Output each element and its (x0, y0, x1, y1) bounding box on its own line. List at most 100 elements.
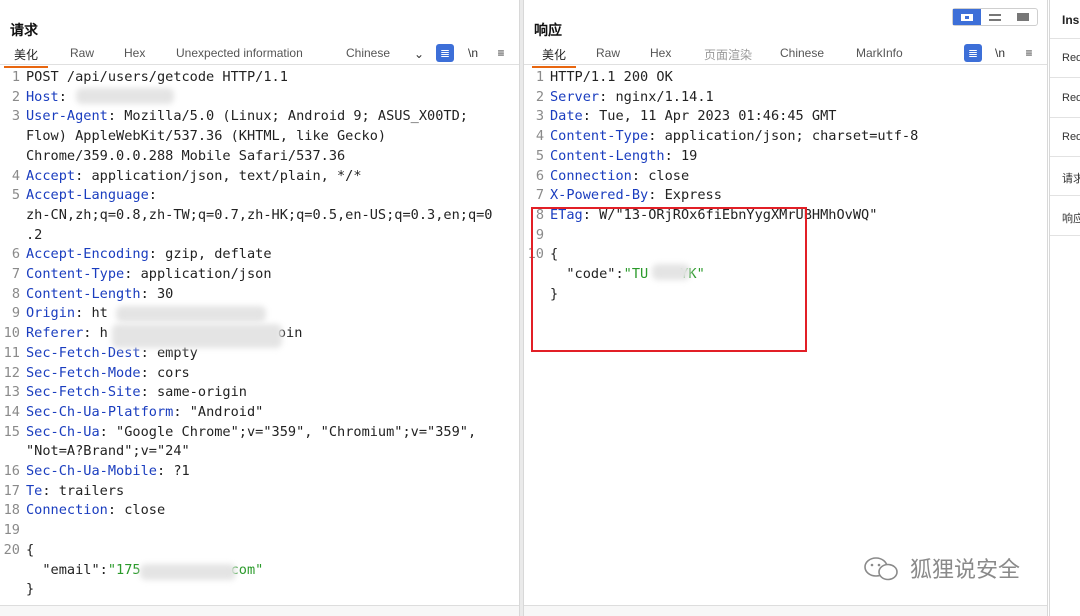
code-line: POST /api/users/getcode HTTP/1.1 (26, 68, 288, 88)
layout-toggle[interactable] (952, 8, 1038, 26)
highlight-box (531, 207, 807, 352)
code-line: Sec-Fetch-Site: same-origin (26, 383, 247, 403)
code-line: Accept: application/json, text/plain, */… (26, 167, 362, 187)
line-number: 16 (3, 463, 20, 479)
request-search-bar[interactable] (0, 605, 519, 616)
header-key: Sec-Ch-Ua-Mobile (26, 463, 157, 479)
header-key: Content-Type (26, 266, 125, 282)
header-value: Flow) AppleWebKit/537.36 (KHTML, like Ge… (26, 128, 387, 145)
redacted-origin (116, 306, 266, 322)
header-key: Te (26, 482, 43, 499)
tab-hex[interactable]: Hex (124, 46, 145, 60)
request-pane: 请求 美化 Raw Hex Unexpected information Chi… (0, 0, 520, 616)
tab-raw[interactable]: Raw (596, 46, 620, 60)
line-number: 11 (3, 344, 20, 361)
inspector-title: Ins (1062, 13, 1080, 27)
inspector-item[interactable]: 响应 (1062, 210, 1080, 226)
header-value: { (26, 541, 35, 558)
menu-icon[interactable]: ≡ (492, 44, 510, 62)
newline-toggle-icon[interactable]: \n (991, 44, 1009, 62)
response-search-bar[interactable] (524, 605, 1047, 616)
code-line: Sec-Fetch-Mode: cors (26, 364, 190, 384)
header-key: Connection (26, 502, 108, 519)
code-line: Sec-Ch-Ua-Platform: "Android" (26, 403, 263, 423)
header-value: } (26, 581, 35, 598)
watermark-text: 狐狸说安全 (910, 558, 1021, 583)
tab-pretty[interactable]: 美化 (531, 46, 577, 68)
header-value: "Not=A?Brand";v="24" (26, 443, 190, 460)
code-line: Chrome/359.0.0.288 Mobile Safari/537.36 (26, 147, 345, 167)
single-view-icon[interactable] (1009, 9, 1037, 25)
header-value: : (58, 88, 67, 105)
header-key: X-Powered-By (550, 187, 649, 204)
header-value: : h (83, 325, 108, 342)
header-value: .2 (26, 226, 43, 243)
header-value: : close (107, 502, 166, 519)
pretty-print-icon[interactable]: ≣ (964, 44, 982, 62)
redacted-email (140, 564, 236, 580)
header-value: zh-CN,zh;q=0.8,zh-TW;q=0.7,zh-HK;q=0.5,e… (26, 206, 493, 223)
line-number: 9 (11, 305, 20, 322)
line-number: 5 (535, 147, 544, 164)
line-number: 5 (11, 187, 20, 204)
code-line: Te: trailers (26, 482, 124, 502)
code-line: Content-Type: application/json (26, 265, 272, 285)
code-line: Sec-Ch-Ua-Mobile: ?1 (26, 462, 190, 482)
line-number: 20 (3, 541, 20, 558)
header-key: Sec-Fetch-Mode (26, 364, 141, 381)
menu-icon[interactable]: ≡ (1020, 44, 1038, 62)
tab-chinese[interactable]: Chinese (346, 46, 390, 60)
header-key: Server (550, 88, 600, 105)
tab-pretty[interactable]: 美化 (3, 46, 49, 68)
inspector-item[interactable]: Req (1062, 52, 1080, 64)
tab-chinese[interactable]: Chinese (780, 46, 824, 60)
line-number: 17 (3, 482, 20, 499)
header-value: : 19 (664, 147, 698, 164)
code-line: .2 (26, 226, 42, 246)
inspector-item[interactable]: Req (1062, 92, 1080, 104)
header-value: : cors (140, 364, 190, 381)
line-number: 2 (11, 88, 20, 105)
split-view-icon[interactable] (953, 9, 981, 25)
header-value: : Mozilla/5.0 (Linux; Android 9; ASUS_X0… (107, 108, 468, 125)
header-value: : nginx/1.14.1 (599, 88, 714, 105)
redacted-referer (112, 324, 282, 348)
request-title: 请求 (10, 22, 38, 38)
chevron-down-icon[interactable]: ⌄ (410, 45, 428, 63)
tab-unexpected-information[interactable]: Unexpected information (176, 46, 303, 60)
header-value: : ht (75, 305, 108, 322)
header-key: User-Agent (26, 108, 108, 125)
line-number: 4 (11, 167, 20, 184)
tab-hex[interactable]: Hex (650, 46, 671, 60)
code-line: Sec-Ch-Ua: "Google Chrome";v="359", "Chr… (26, 423, 476, 443)
inspector-item[interactable]: Req (1062, 131, 1080, 143)
response-title: 响应 (534, 22, 562, 38)
tab-render[interactable]: 页面渲染 (704, 46, 752, 63)
line-number: 7 (11, 266, 20, 282)
header-key: Accept-Encoding (26, 246, 149, 263)
line-number: 12 (3, 364, 20, 381)
wechat-icon (864, 557, 898, 581)
code-line: "Not=A?Brand";v="24" (26, 442, 190, 462)
code-line: Server: nginx/1.14.1 (550, 88, 714, 108)
code-line: X-Powered-By: Express (550, 186, 722, 206)
line-number: 1 (11, 69, 20, 85)
code-line: zh-CN,zh;q=0.8,zh-TW;q=0.7,zh-HK;q=0.5,e… (26, 206, 493, 226)
request-tabs: 美化 Raw Hex Unexpected information Chines… (0, 44, 519, 68)
pretty-print-icon[interactable]: ≣ (436, 44, 454, 62)
tab-markinfo[interactable]: MarkInfo (856, 46, 903, 60)
code-line: } (26, 580, 34, 600)
header-key: Accept (26, 167, 76, 184)
line-number: 18 (3, 502, 20, 519)
header-value: "email": (26, 561, 108, 578)
newline-toggle-icon[interactable]: \n (464, 44, 482, 62)
line-number: 6 (11, 246, 20, 263)
header-key: Sec-Ch-Ua-Platform (26, 403, 174, 420)
code-line: Date: Tue, 11 Apr 2023 01:46:45 GMT (550, 107, 836, 127)
header-key: Referer (26, 325, 84, 342)
line-number: 15 (3, 423, 20, 440)
tab-raw[interactable]: Raw (70, 46, 94, 60)
header-value: : "Android" (173, 403, 264, 420)
stacked-view-icon[interactable] (981, 9, 1009, 25)
inspector-item[interactable]: 请求 (1062, 170, 1080, 186)
